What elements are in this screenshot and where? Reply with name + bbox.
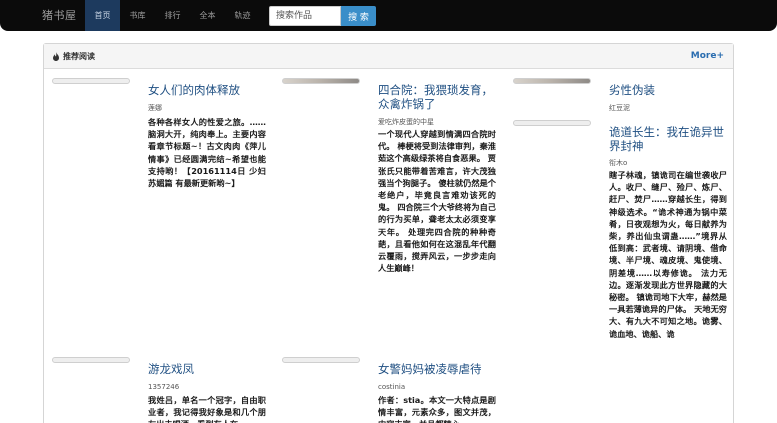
site-logo[interactable]: 猪书屋 (42, 0, 77, 31)
book-cover[interactable] (513, 78, 591, 84)
book-title[interactable]: 游龙戏凤 (148, 362, 276, 376)
book-title[interactable]: 四合院：我猥琐发育，众禽炸锅了 (378, 83, 496, 111)
book-cover[interactable] (52, 357, 130, 363)
panel-header: 推荐阅读 More+ (44, 44, 733, 69)
book-cover[interactable] (513, 120, 591, 126)
book-title[interactable]: 诡道长生：我在诡异世界封神 (609, 125, 727, 153)
book-author: 1357246 (148, 383, 180, 391)
book-description: 瞎子林魂，镇诡司在编世袭收尸人。收尸、缝尸、殓尸、炼尸、赶尸、焚尸……穿越长生，… (609, 170, 727, 339)
panel-title-text: 推荐阅读 (63, 52, 95, 61)
book-title[interactable]: 女人们的肉体释放 (148, 83, 276, 97)
book-description: 各种各样女人的性爱之旅。……脑洞大开，纯肉奉上。主要内容看章节标题~！古文肉肉《… (148, 117, 266, 189)
search-button[interactable]: 搜 索 (341, 6, 376, 26)
nav-item-ranking[interactable]: 排行 (155, 0, 190, 31)
more-link[interactable]: More+ (691, 51, 724, 61)
nav-item-history[interactable]: 轨迹 (225, 0, 260, 31)
book-description: 作者：stia。本文一大特点是剧情丰富，元素众多，图文并茂，内容丰富，并且都精心 (378, 395, 496, 423)
book-author: 红豆泥 (609, 104, 630, 112)
book-author: costinia (378, 383, 406, 391)
search-input[interactable] (269, 6, 341, 26)
book-cover[interactable] (282, 78, 360, 84)
book-title[interactable]: 女警妈妈被凌辱虐待 (378, 362, 506, 376)
fire-icon (53, 52, 59, 61)
nav-item-library[interactable]: 书库 (120, 0, 155, 31)
book-author: 衔木o (609, 159, 628, 167)
book-author: 爱吃炸皮蛋的中星 (378, 118, 434, 126)
panel-title: 推荐阅读 (52, 51, 95, 62)
book-author: 莲娜 (148, 104, 162, 112)
nav-item-home[interactable]: 首页 (85, 0, 120, 31)
book-cover[interactable] (282, 357, 360, 363)
book-title[interactable]: 劣性伪装 (609, 83, 727, 97)
book-description: 一个现代人穿越到情满四合院时代。 棒梗将受到法律审判，秦淮茹这个高级绿茶将自食恶… (378, 129, 496, 274)
book-description: 我姓吕，单名一个冠字，自由职业者，我记得我好象是和几个朋友出去喝酒，看到有人在 (148, 395, 266, 423)
book-cover[interactable] (52, 78, 130, 84)
nav-item-completed[interactable]: 全本 (190, 0, 225, 31)
top-navbar: 猪书屋 首页 书库 排行 全本 轨迹 搜 索 (0, 0, 777, 31)
